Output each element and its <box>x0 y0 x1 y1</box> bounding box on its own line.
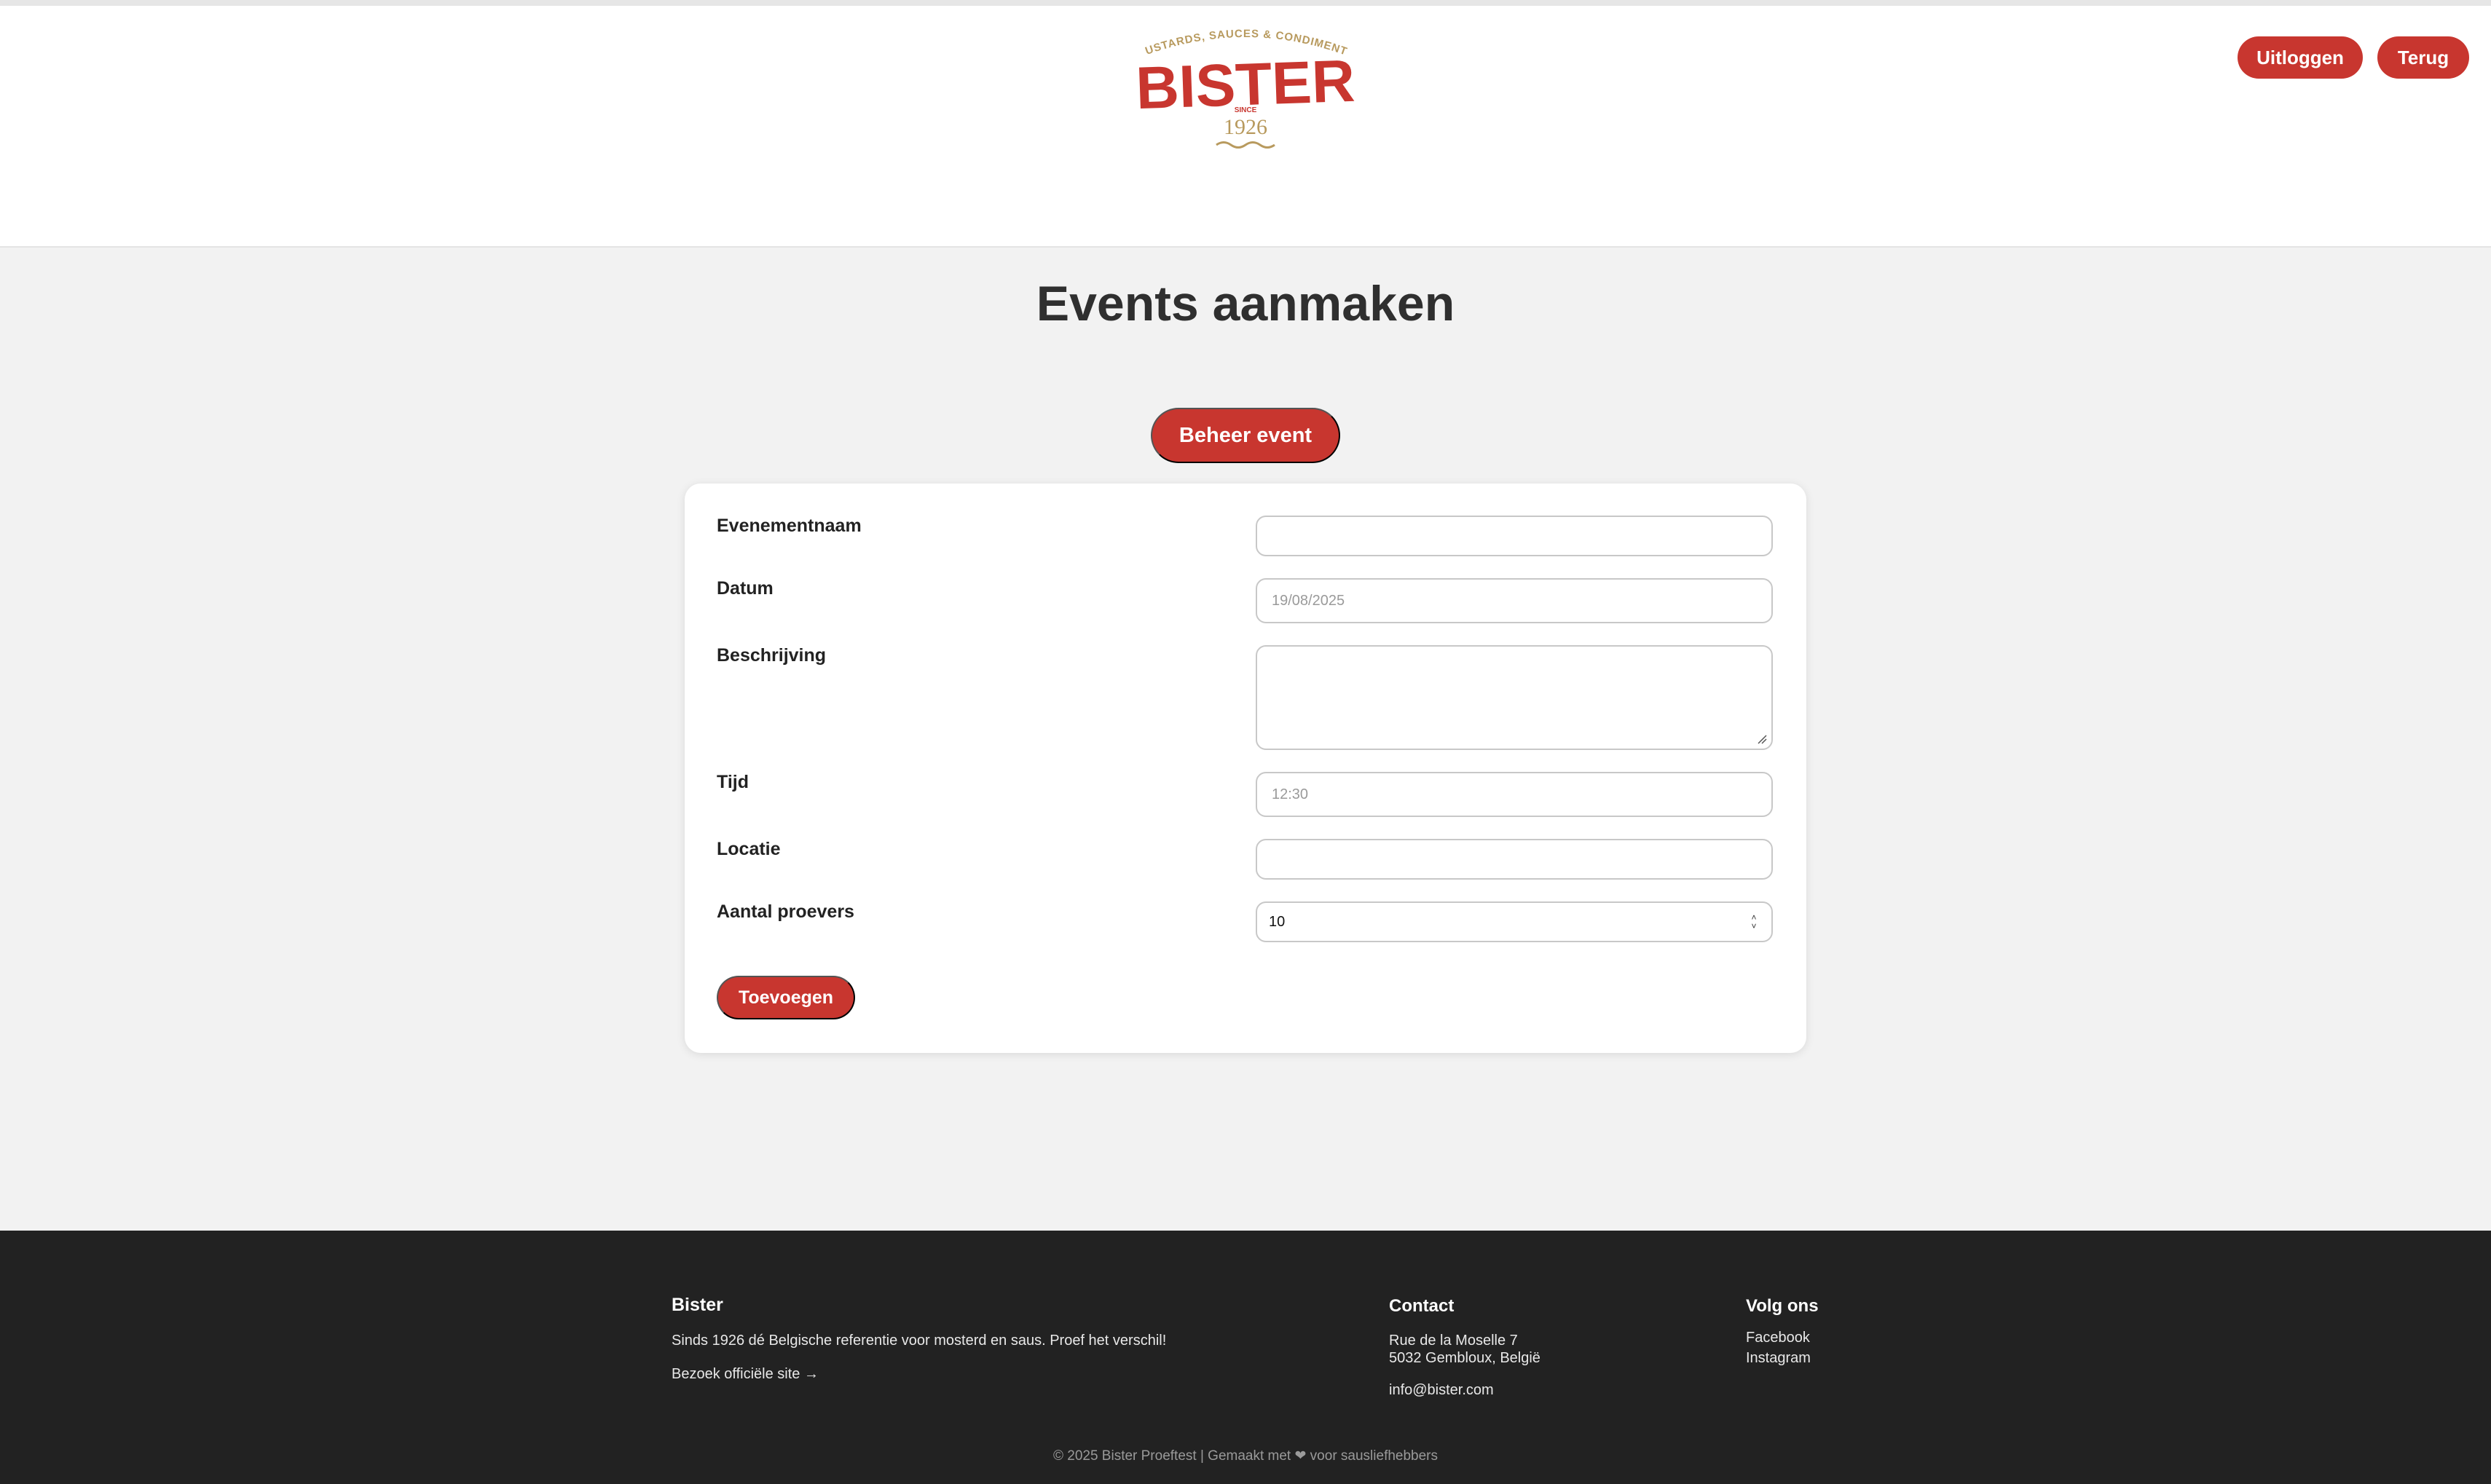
bister-logo[interactable]: MUSTARDS, SAUCES & CONDIMENTS BISTER SIN… <box>1129 23 1362 157</box>
date-label: Datum <box>717 578 774 599</box>
facebook-link[interactable]: Facebook <box>1746 1330 1810 1346</box>
bister-logo-graphic: MUSTARDS, SAUCES & CONDIMENTS BISTER SIN… <box>1129 23 1356 149</box>
location-label: Locatie <box>717 839 781 859</box>
event-name-label: Evenementnaam <box>717 516 862 536</box>
description-textarea[interactable] <box>1256 645 1773 750</box>
date-input[interactable]: 19/08/2025 <box>1256 578 1773 623</box>
resize-handle-icon[interactable] <box>1757 734 1767 744</box>
address-line-2: 5032 Gembloux, België <box>1389 1350 1540 1366</box>
site-footer: Bister Sinds 1926 dé Belgische referenti… <box>0 1231 2491 1484</box>
time-label: Tijd <box>717 772 749 792</box>
logout-button[interactable]: Uitloggen <box>2238 36 2363 79</box>
page-title: Events aanmaken <box>1036 276 1455 331</box>
event-form: Evenementnaam Datum 19/08/2025 Beschrijv… <box>685 484 1806 1053</box>
official-site-link[interactable]: Bezoek officiële site → <box>672 1366 819 1383</box>
footer-brand-text: Sinds 1926 dé Belgische referentie voor … <box>672 1333 1167 1349</box>
logo-wave <box>1216 141 1275 149</box>
logo-year: 1926 <box>1224 115 1267 139</box>
tasters-number-input[interactable]: 10 ˄ ˅ <box>1256 901 1773 942</box>
stepper-arrows-icon[interactable]: ˄ ˅ <box>1748 912 1760 932</box>
copyright: © 2025 Bister Proeftest | Gemaakt met ❤ … <box>1052 1448 1439 1464</box>
site-header: MUSTARDS, SAUCES & CONDIMENTS BISTER SIN… <box>0 6 2491 248</box>
event-name-input[interactable] <box>1256 516 1773 556</box>
instagram-link[interactable]: Instagram <box>1746 1350 1811 1367</box>
footer-contact-title: Contact <box>1389 1296 1455 1316</box>
top-border <box>0 0 2491 6</box>
location-input[interactable] <box>1256 839 1773 880</box>
add-button[interactable]: Toevoegen <box>717 976 855 1019</box>
manage-event-button[interactable]: Beheer event <box>1151 408 1340 463</box>
logo-since: SINCE <box>1235 106 1257 114</box>
email-link[interactable]: info@bister.com <box>1389 1382 1494 1399</box>
footer-brand-title: Bister <box>672 1295 723 1315</box>
footer-social-title: Volg ons <box>1746 1296 1819 1316</box>
back-button[interactable]: Terug <box>2377 36 2469 79</box>
time-input[interactable]: 12:30 <box>1256 772 1773 817</box>
address-line-1: Rue de la Moselle 7 <box>1389 1333 1518 1349</box>
description-label: Beschrijving <box>717 645 827 666</box>
tasters-value: 10 <box>1269 913 1286 930</box>
tasters-label: Aantal proevers <box>717 901 854 922</box>
